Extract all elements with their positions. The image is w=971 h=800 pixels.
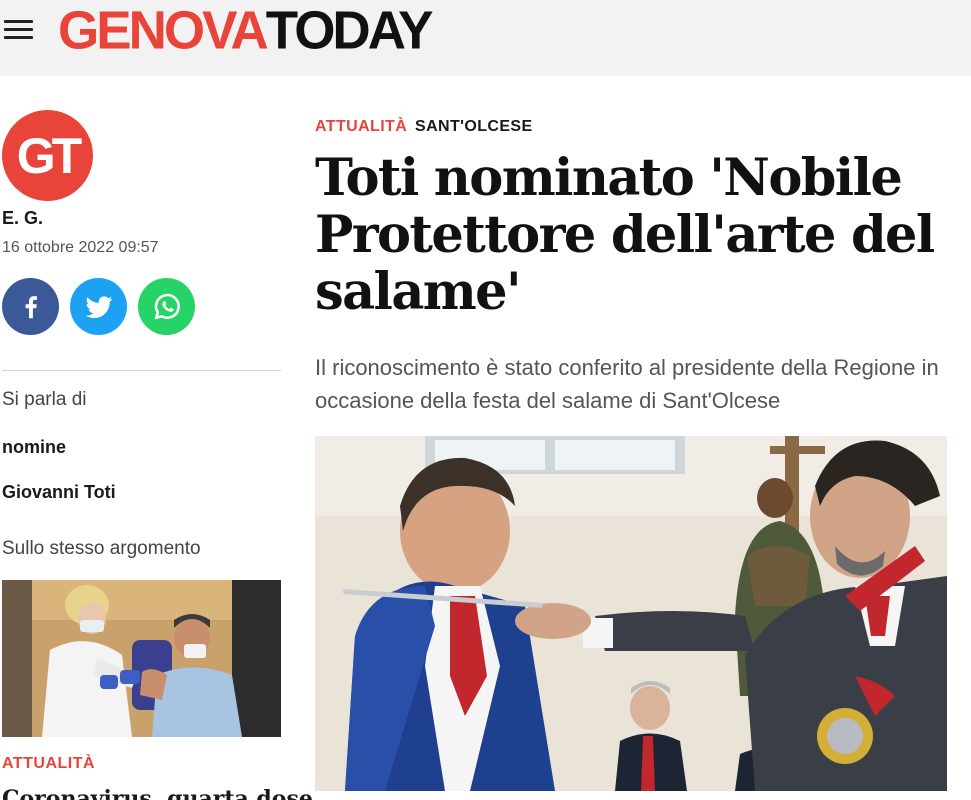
hamburger-menu-icon[interactable]: [4, 18, 34, 42]
author-name[interactable]: E. G.: [2, 208, 43, 229]
article-title: Toti nominato 'Nobile Protettore dell'ar…: [315, 148, 935, 322]
location-link[interactable]: SANT'OLCESE: [415, 118, 533, 135]
related-category[interactable]: ATTUALITÀ: [2, 755, 95, 773]
ceremony-photo: [315, 436, 947, 791]
related-article-image[interactable]: [2, 580, 281, 737]
whatsapp-share-button[interactable]: [138, 278, 195, 335]
vaccination-photo: [2, 580, 281, 737]
logo-part-genova: GENOVA: [58, 0, 269, 61]
article-hero-image[interactable]: [315, 436, 947, 791]
whatsapp-icon: [154, 293, 180, 319]
site-logo[interactable]: GENOVA TODAY: [58, 0, 434, 61]
author-avatar: GT: [2, 110, 93, 201]
related-section-label: Sullo stesso argomento: [2, 538, 201, 559]
logo-part-today: TODAY: [265, 0, 434, 61]
section-divider: [2, 370, 281, 371]
article-subtitle: Il riconoscimento è stato conferito al p…: [315, 355, 939, 413]
tag-link[interactable]: nomine: [2, 437, 66, 458]
tags-label: Si parla di: [2, 389, 87, 410]
site-header: GENOVA TODAY: [0, 0, 971, 76]
avatar-initials: GT: [16, 127, 82, 184]
facebook-icon: [25, 295, 37, 318]
tag-link[interactable]: Giovanni Toti: [2, 482, 116, 503]
article-breadcrumb: ATTUALITÀ SANT'OLCESE: [315, 118, 533, 136]
publish-date: 16 ottobre 2022 09:57: [2, 239, 159, 256]
twitter-icon: [85, 295, 112, 318]
category-link[interactable]: ATTUALITÀ: [315, 118, 407, 135]
twitter-share-button[interactable]: [70, 278, 127, 335]
facebook-share-button[interactable]: [2, 278, 59, 335]
related-article-title[interactable]: Coronavirus, quarta dose: [2, 786, 313, 800]
